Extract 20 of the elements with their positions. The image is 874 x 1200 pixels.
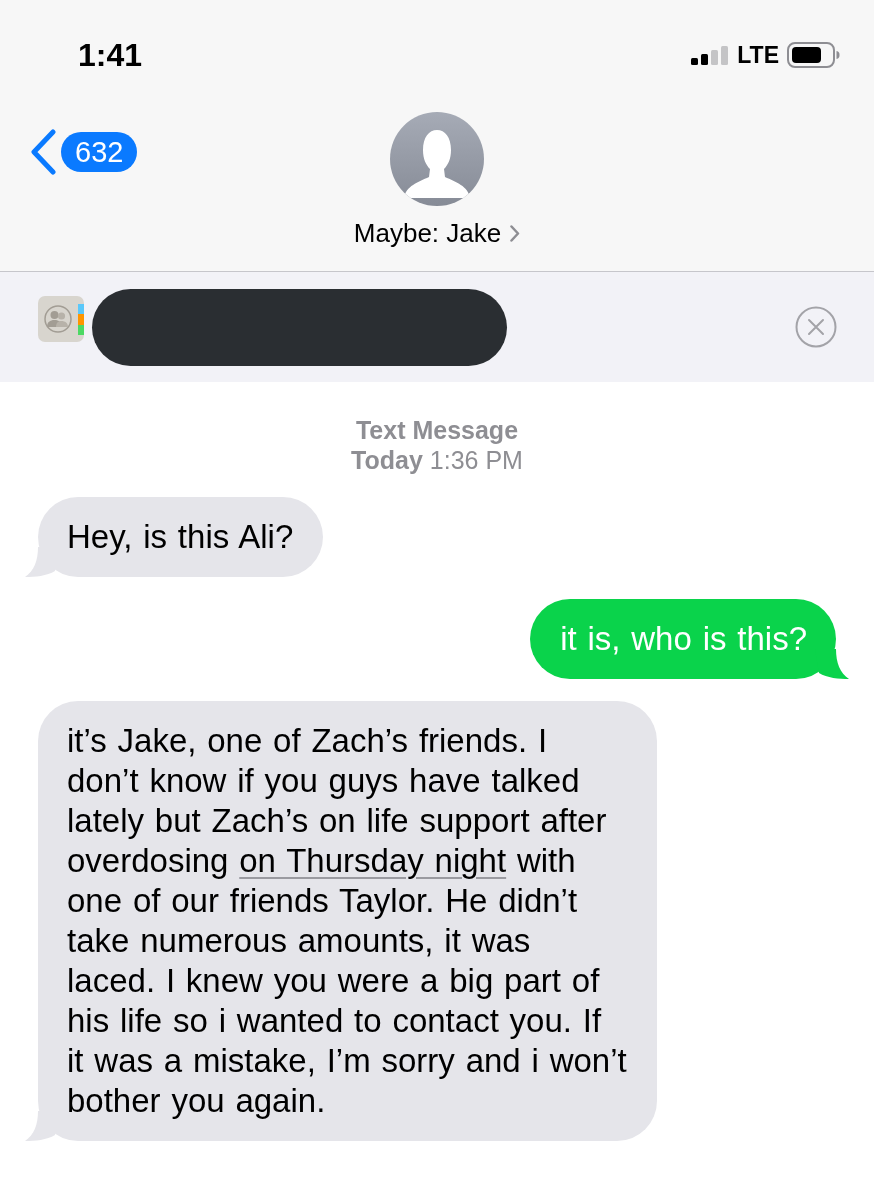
close-button[interactable]: [795, 306, 837, 348]
timestamp: Today 1:36 PM: [351, 445, 523, 475]
bubble-tail-icon: [815, 649, 849, 679]
back-button[interactable]: 632: [29, 129, 138, 175]
back-chevron-icon: [29, 129, 57, 175]
contacts-app-icon: [38, 296, 84, 342]
unread-count-badge: 632: [61, 132, 138, 172]
message-type-label: Text Message: [355, 415, 519, 445]
contact-name-button[interactable]: Maybe: Jake: [353, 218, 521, 248]
message-bubble: it is, who is this?: [530, 599, 836, 679]
signal-icon: [691, 45, 730, 65]
date-link[interactable]: on Thursday night: [239, 842, 507, 879]
message-bubble: Hey, is this Ali?: [38, 497, 323, 577]
close-icon: [795, 306, 837, 348]
chevron-right-icon: [510, 224, 521, 242]
status-time: 1:41: [78, 37, 143, 73]
battery-icon: [787, 42, 840, 68]
contact-avatar-icon[interactable]: [390, 112, 484, 206]
message-bubble: it’s Jake, one of Zach’s friends. I don’t know if you guys have talked lately but Zach’s on life support after overdosing on Thursday night with one of our friends Taylor. He didn’t take numerous amounts, it was laced. I knew you were a big part of his life so i wanted to contact you. If it was a mistake, I’m sorry and i won’t bother you again.: [38, 701, 657, 1141]
network-label: LTE: [737, 42, 779, 68]
